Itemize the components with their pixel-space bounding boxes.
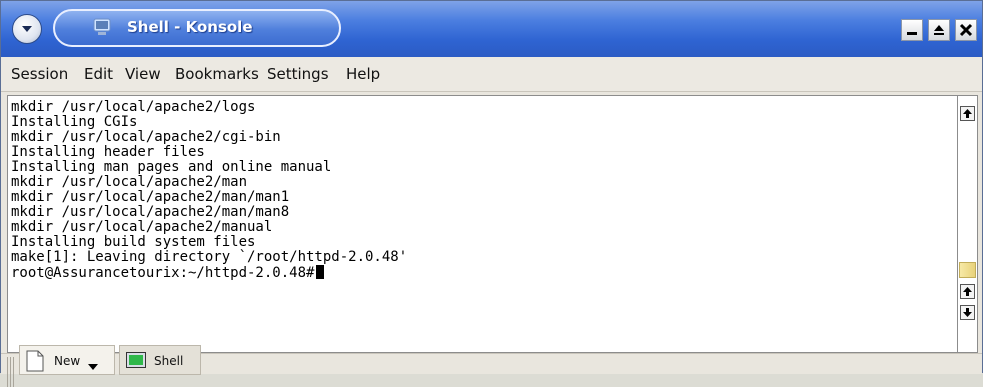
new-session-label: New [54,354,81,368]
terminal-line: mkdir /usr/local/apache2/man/man1 [11,189,290,205]
terminal-icon [126,352,146,368]
toolbar-grip[interactable] [7,357,15,387]
window-title: Shell - Konsole [127,18,253,36]
tab-shell-label: Shell [154,354,184,368]
title-pill: Shell - Konsole [53,9,341,47]
terminal-line: Installing CGIs [11,114,138,130]
dropdown-arrow-icon[interactable] [88,364,98,370]
window-menu-button[interactable] [12,14,42,44]
tab-bar: New Shell [1,345,982,387]
scroll-down-button[interactable] [960,305,975,320]
scroll-up-button[interactable] [960,106,975,121]
terminal-prompt: root@Assurancetourix:~/httpd-2.0.48# [11,265,315,281]
terminal-line: mkdir /usr/local/apache2/logs [11,99,256,115]
vertical-scrollbar[interactable] [957,95,978,353]
menu-edit[interactable]: Edit [84,65,113,83]
menu-bookmarks[interactable]: Bookmarks [175,65,259,83]
menu-bar: Session Edit View Bookmarks Settings Hel… [1,57,982,92]
tab-shell[interactable]: Shell [119,345,201,375]
terminal-line: mkdir /usr/local/apache2/man/man8 [11,204,290,220]
terminal-line: Installing build system files [11,234,256,250]
menu-settings[interactable]: Settings [267,65,329,83]
konsole-window: Shell - Konsole Session Edit View Bookma… [0,0,983,387]
terminal-line: mkdir /usr/local/apache2/man [11,174,248,190]
terminal-prompt-line: root@Assurancetourix:~/httpd-2.0.48# [11,265,325,281]
minimize-button[interactable] [901,19,923,41]
text-cursor [316,265,325,279]
terminal-output[interactable]: mkdir /usr/local/apache2/logs Installing… [7,95,957,353]
chevron-down-icon [22,26,32,32]
terminal-line: Installing header files [11,144,205,160]
terminal-line: mkdir /usr/local/apache2/cgi-bin [11,129,281,145]
arrow-up-icon [963,287,972,296]
terminal-line: Installing man pages and online manual [11,159,332,175]
terminal-line: mkdir /usr/local/apache2/manual [11,219,273,235]
new-session-button[interactable]: New [19,345,115,375]
close-icon [959,23,973,37]
menu-session[interactable]: Session [11,65,68,83]
terminal-line: make[1]: Leaving directory `/root/httpd-… [11,249,408,265]
scroll-thumb[interactable] [959,262,976,278]
scroll-up-button-lower[interactable] [960,284,975,299]
maximize-icon [934,25,944,35]
close-button[interactable] [955,19,977,41]
maximize-button[interactable] [928,19,950,41]
arrow-down-icon [963,308,972,317]
arrow-up-icon [963,109,972,118]
menu-help[interactable]: Help [346,65,380,83]
minimize-icon [907,32,917,35]
new-document-icon [26,350,44,372]
title-bar[interactable]: Shell - Konsole [1,1,982,57]
konsole-icon [93,18,111,35]
menu-view[interactable]: View [125,65,161,83]
